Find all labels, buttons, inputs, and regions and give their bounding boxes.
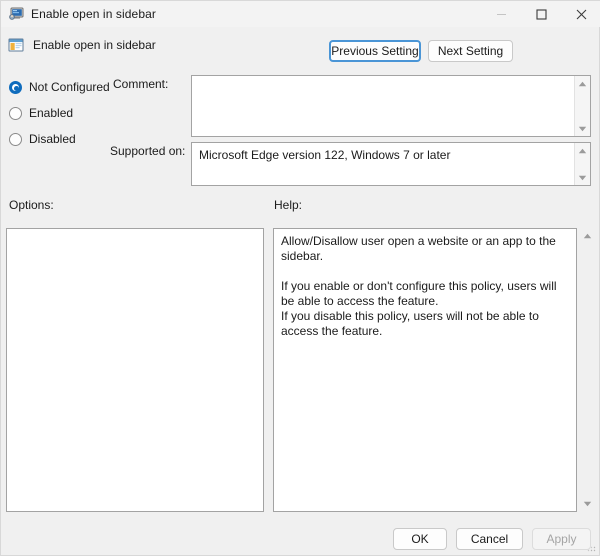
ok-button[interactable]: OK bbox=[393, 528, 447, 550]
radio-label-disabled: Disabled bbox=[29, 132, 76, 146]
next-setting-button[interactable]: Next Setting bbox=[428, 40, 513, 62]
options-label: Options: bbox=[9, 198, 54, 212]
scroll-down-arrow-icon[interactable] bbox=[575, 121, 591, 136]
radio-label-not-configured: Not Configured bbox=[29, 80, 110, 94]
help-label: Help: bbox=[274, 198, 303, 212]
radio-mark-enabled bbox=[9, 106, 22, 120]
radio-label-enabled: Enabled bbox=[29, 106, 74, 120]
apply-button: Apply bbox=[532, 528, 591, 550]
help-panel[interactable]: Allow/Disallow user open a website or an… bbox=[273, 228, 577, 512]
radio-disabled[interactable]: Disabled bbox=[9, 129, 110, 149]
resize-grip[interactable] bbox=[585, 541, 597, 553]
radio-not-configured[interactable]: Not Configured bbox=[9, 77, 110, 97]
comment-textarea[interactable] bbox=[191, 75, 591, 137]
comment-scrollbar[interactable] bbox=[574, 76, 590, 136]
group-policy-setting-dialog: Enable open in sidebar Enable open in si… bbox=[0, 0, 600, 556]
supported-on-label: Supported on: bbox=[110, 144, 186, 158]
supported-on-value: Microsoft Edge version 122, Windows 7 or… bbox=[199, 148, 451, 162]
comment-label: Comment: bbox=[113, 77, 169, 91]
help-text: Allow/Disallow user open a website or an… bbox=[281, 234, 557, 338]
radio-mark-disabled bbox=[9, 132, 22, 146]
scroll-up-arrow-icon[interactable] bbox=[579, 228, 596, 244]
options-content bbox=[7, 229, 263, 239]
policy-setting-icon bbox=[7, 37, 25, 53]
cancel-button[interactable]: Cancel bbox=[456, 528, 523, 550]
radio-mark-not-configured bbox=[9, 80, 22, 94]
scroll-down-arrow-icon[interactable] bbox=[575, 170, 591, 185]
supported-on-field[interactable]: Microsoft Edge version 122, Windows 7 or… bbox=[191, 142, 591, 186]
policy-state-radio-group: Not Configured Enabled Disabled bbox=[9, 77, 110, 155]
policy-title: Enable open in sidebar bbox=[33, 38, 156, 52]
title-bar: Enable open in sidebar bbox=[1, 1, 600, 27]
scroll-down-arrow-icon[interactable] bbox=[579, 496, 596, 512]
scroll-up-arrow-icon[interactable] bbox=[575, 143, 591, 158]
close-icon[interactable] bbox=[561, 1, 600, 27]
window-controls bbox=[481, 1, 600, 27]
scroll-up-arrow-icon[interactable] bbox=[575, 76, 591, 91]
previous-setting-button[interactable]: Previous Setting bbox=[329, 40, 421, 62]
policy-computer-icon bbox=[8, 6, 24, 22]
window-title: Enable open in sidebar bbox=[31, 7, 156, 21]
help-scrollbar[interactable] bbox=[579, 228, 596, 512]
minimize-icon[interactable] bbox=[481, 1, 521, 27]
maximize-icon[interactable] bbox=[521, 1, 561, 27]
radio-enabled[interactable]: Enabled bbox=[9, 103, 110, 123]
supported-on-scrollbar[interactable] bbox=[574, 143, 590, 185]
comment-value bbox=[192, 76, 590, 86]
options-panel[interactable] bbox=[6, 228, 264, 512]
